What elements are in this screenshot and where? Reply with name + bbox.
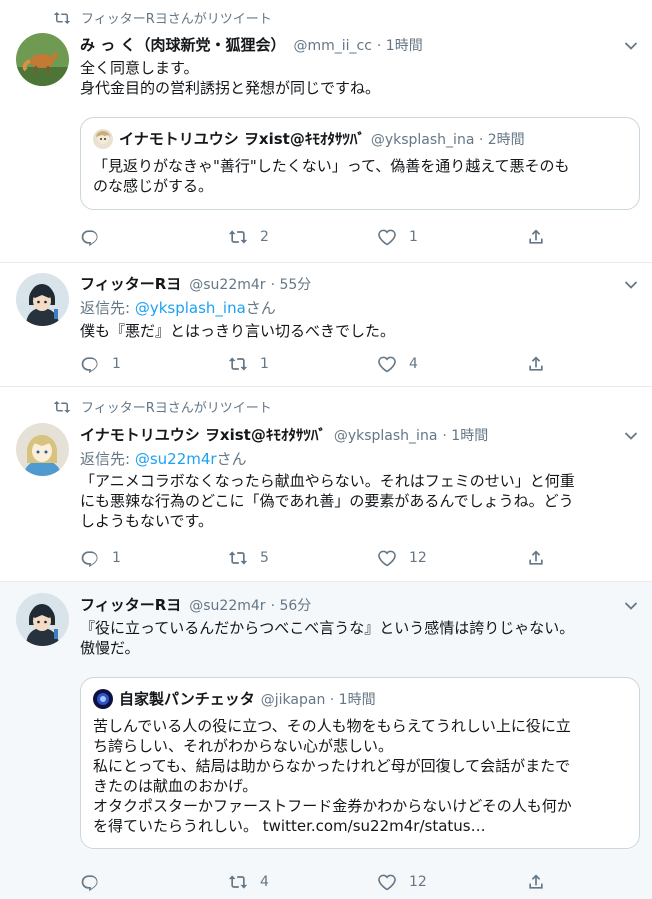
reply-icon: [80, 354, 100, 374]
chevron-down-icon[interactable]: [624, 431, 638, 441]
like-button[interactable]: 12: [377, 872, 427, 892]
tweet-actions: 1 5 12: [80, 548, 560, 568]
avatar[interactable]: [16, 423, 69, 476]
timestamp[interactable]: · 56分: [271, 595, 312, 615]
retweeted-by-label: フィッターRヨさんがリツイート: [81, 12, 272, 27]
reply-button[interactable]: 1: [80, 548, 121, 568]
handle[interactable]: @mm_ii_cc: [293, 38, 371, 54]
avatar[interactable]: [16, 273, 69, 326]
retweet-context: フィッターRヨさんがリツイート: [53, 8, 272, 27]
timestamp[interactable]: · 1時間: [377, 35, 423, 55]
retweet-button[interactable]: 5: [228, 548, 269, 568]
quote-display-name: 自家製パンチェッタ: [119, 690, 255, 708]
retweet-icon: [228, 227, 248, 247]
handle[interactable]: @su22m4r: [189, 598, 265, 614]
heart-icon: [377, 354, 397, 374]
tweet[interactable]: フィッターRヨ @su22m4r · 56分 『役に立っているんだからつべこべ言…: [0, 582, 652, 899]
tweet[interactable]: フィッターRヨ @su22m4r · 55分 返信先: @yksplash_in…: [0, 263, 652, 387]
reply-icon: [80, 227, 100, 247]
reply-button[interactable]: 1: [80, 354, 121, 374]
share-icon: [526, 872, 546, 892]
display-name[interactable]: イナモトリユウシ ヲxist@ｷﾓｵﾀｻﾂﾊﾞ: [80, 424, 326, 445]
quote-text: 苦しんでいる人の役に立つ、その人も物をもらえてうれしい上に役に立 ち誇らしい、そ…: [93, 717, 572, 835]
quote-avatar: [93, 688, 113, 709]
display-name[interactable]: フィッターRヨ: [80, 273, 181, 294]
retweet-button[interactable]: 4: [228, 872, 269, 892]
reply-button[interactable]: [80, 227, 112, 247]
heart-icon: [377, 227, 397, 247]
quote-handle: @yksplash_ina · 2時間: [370, 131, 525, 148]
reply-icon: [80, 872, 100, 892]
share-icon: [526, 354, 546, 374]
tweet-actions: 2 1: [80, 227, 560, 247]
tweet-actions: 1 1 4: [80, 354, 560, 374]
tweet[interactable]: フィッターRヨさんがリツイート イナモトリユウシ ヲxist@ｷﾓｵﾀｻﾂﾊﾞ …: [0, 387, 652, 582]
retweet-button[interactable]: 1: [228, 354, 269, 374]
handle[interactable]: @su22m4r: [189, 277, 265, 293]
timeline: フィッターRヨさんがリツイート み っ く（肉球新党・狐狸会） @mm_ii_c…: [0, 0, 652, 899]
tweet-actions: 4 12: [80, 872, 560, 892]
reply-to-link[interactable]: @su22m4r: [135, 450, 217, 468]
timestamp[interactable]: · 55分: [271, 274, 312, 294]
retweet-icon: [228, 354, 248, 374]
retweet-icon: [53, 400, 71, 414]
retweeted-by-label: フィッターRヨさんがリツイート: [81, 401, 272, 416]
timestamp[interactable]: · 1時間: [442, 425, 488, 445]
chevron-down-icon[interactable]: [624, 601, 638, 611]
avatar[interactable]: [16, 33, 69, 86]
quote-display-name: イナモトリユウシ ヲxist@ｷﾓｵﾀｻﾂﾊﾞ: [119, 130, 365, 148]
tweet-text: 『役に立っているんだからつべこべ言うな』という感情は誇りじゃない。 傲慢だ。: [80, 619, 575, 657]
share-icon: [526, 227, 546, 247]
share-button[interactable]: [526, 548, 546, 568]
avatar[interactable]: [16, 593, 69, 646]
reply-to-link[interactable]: @yksplash_ina: [135, 299, 246, 317]
display-name[interactable]: み っ く（肉球新党・狐狸会）: [80, 34, 285, 55]
reply-button[interactable]: [80, 872, 112, 892]
share-button[interactable]: [526, 354, 546, 374]
like-button[interactable]: 12: [377, 548, 427, 568]
share-button[interactable]: [526, 227, 546, 247]
retweet-button[interactable]: 2: [228, 227, 269, 247]
chevron-down-icon[interactable]: [624, 41, 638, 51]
like-button[interactable]: 1: [377, 227, 418, 247]
retweet-context: フィッターRヨさんがリツイート: [53, 397, 272, 416]
heart-icon: [377, 548, 397, 568]
quote-avatar: [93, 128, 113, 149]
retweet-icon: [228, 872, 248, 892]
quote-text: 「見返りがなきゃ"善行"したくない」って、偽善を通り越えて悪そのも のな感じがす…: [93, 157, 570, 195]
share-button[interactable]: [526, 872, 546, 892]
retweet-icon: [53, 11, 71, 25]
chevron-down-icon[interactable]: [624, 280, 638, 290]
reply-context: 返信先: @yksplash_inaさん: [80, 299, 276, 317]
retweet-icon: [228, 548, 248, 568]
quoted-tweet[interactable]: 自家製パンチェッタ @jikapan · 1時間 苦しんでいる人の役に立つ、その…: [80, 677, 640, 849]
tweet[interactable]: フィッターRヨさんがリツイート み っ く（肉球新党・狐狸会） @mm_ii_c…: [0, 0, 652, 263]
display-name[interactable]: フィッターRヨ: [80, 594, 181, 615]
reply-icon: [80, 548, 100, 568]
tweet-text: 「アニメコラボなくなったら献血やらない。それはフェミのせい」と何重 にも悪辣な行…: [80, 472, 575, 530]
tweet-text: 全く同意します。 身代金目的の営利誘拐と発想が同じですね。: [80, 59, 381, 97]
share-icon: [526, 548, 546, 568]
reply-context: 返信先: @su22m4rさん: [80, 450, 247, 468]
handle[interactable]: @yksplash_ina: [334, 428, 438, 444]
quote-handle: @jikapan · 1時間: [260, 691, 376, 708]
heart-icon: [377, 872, 397, 892]
quoted-tweet[interactable]: イナモトリユウシ ヲxist@ｷﾓｵﾀｻﾂﾊﾞ @yksplash_ina · …: [80, 117, 640, 210]
tweet-text: 僕も『悪だ』とはっきり言い切るべきでした。: [80, 322, 396, 340]
like-button[interactable]: 4: [377, 354, 418, 374]
